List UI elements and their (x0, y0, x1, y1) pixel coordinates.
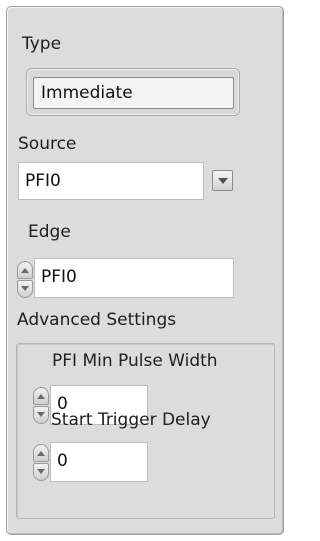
arrow-up-icon (21, 268, 29, 273)
source-combo-box[interactable]: PFI0 (18, 162, 204, 200)
arrow-down-icon (21, 286, 29, 291)
edge-stepper[interactable] (17, 261, 33, 299)
start-trigger-delay-input[interactable]: 0 (50, 442, 148, 482)
edge-decrement-button[interactable] (17, 280, 33, 298)
source-label: Source (18, 134, 77, 154)
pfi-min-pulse-width-label: PFI Min Pulse Width (52, 351, 218, 371)
type-indicator: Immediate (33, 77, 234, 109)
arrow-up-icon (37, 451, 45, 456)
start-trigger-delay-decrement-button[interactable] (33, 463, 49, 481)
edge-input[interactable]: PFI0 (34, 258, 234, 298)
edge-increment-button[interactable] (17, 261, 33, 279)
start-trigger-delay-stepper[interactable] (33, 444, 49, 482)
advanced-settings-label: Advanced Settings (17, 310, 177, 330)
source-dropdown-button[interactable] (212, 170, 233, 191)
chevron-down-icon (218, 178, 228, 184)
arrow-down-icon (37, 469, 45, 474)
arrow-down-icon (37, 412, 45, 417)
pfi-min-pulse-width-stepper[interactable] (33, 387, 49, 425)
start-trigger-delay-increment-button[interactable] (33, 444, 49, 462)
arrow-up-icon (37, 394, 45, 399)
start-trigger-delay-label: Start Trigger Delay (51, 410, 211, 430)
edge-label: Edge (28, 222, 71, 242)
pfi-min-pulse-width-decrement-button[interactable] (33, 406, 49, 424)
pfi-min-pulse-width-increment-button[interactable] (33, 387, 49, 405)
type-label: Type (22, 34, 62, 54)
